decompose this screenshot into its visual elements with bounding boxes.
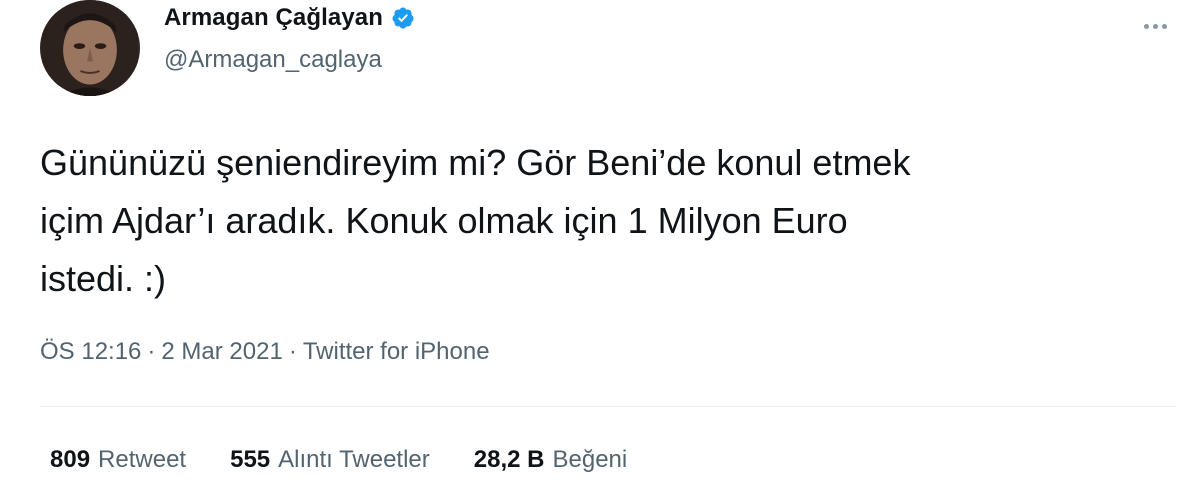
tweet-card: Armagan Çağlayan @Armagan_caglaya Gününü… xyxy=(0,0,1200,480)
more-dot xyxy=(1161,23,1167,29)
more-horizontal-icon xyxy=(1143,23,1149,29)
likes-count: 28,2 B xyxy=(473,446,545,473)
tweet-time[interactable]: ÖS 12:16 xyxy=(40,338,141,366)
tweet-date[interactable]: 2 Mar 2021 xyxy=(161,338,282,366)
quotes-count: 555 xyxy=(230,446,271,473)
author-display-name[interactable]: Armagan Çağlayan xyxy=(164,4,383,32)
more-dot xyxy=(1152,23,1158,29)
avatar[interactable] xyxy=(40,0,140,96)
divider xyxy=(40,406,1176,407)
author-handle[interactable]: @Armagan_caglaya xyxy=(164,46,382,74)
tweet-source[interactable]: Twitter for iPhone xyxy=(303,338,490,366)
likes-label: Beğeni xyxy=(552,446,628,473)
verified-badge-icon xyxy=(391,6,415,30)
tweet-stats: 809 Retweet 555 Alıntı Tweetler 28,2 B B… xyxy=(50,446,627,474)
likes-stat[interactable]: 28,2 B Beğeni xyxy=(474,446,627,474)
author-name-row: Armagan Çağlayan xyxy=(164,4,415,32)
quotes-label: Alıntı Tweetler xyxy=(278,446,430,473)
retweets-stat[interactable]: 809 Retweet xyxy=(50,446,186,474)
meta-separator: · xyxy=(147,338,156,365)
tweet-text: Gününüzü şeniendireyim mi? Gör Beni’de k… xyxy=(40,142,911,299)
avatar-portrait-icon xyxy=(42,0,138,96)
quotes-stat[interactable]: 555 Alıntı Tweetler xyxy=(230,446,430,474)
retweets-count: 809 xyxy=(50,446,91,473)
more-options-button[interactable] xyxy=(1138,14,1172,38)
retweets-label: Retweet xyxy=(98,446,187,473)
tweet-meta: ÖS 12:16 · 2 Mar 2021 · Twitter for iPho… xyxy=(40,338,490,366)
meta-separator: · xyxy=(288,338,297,365)
